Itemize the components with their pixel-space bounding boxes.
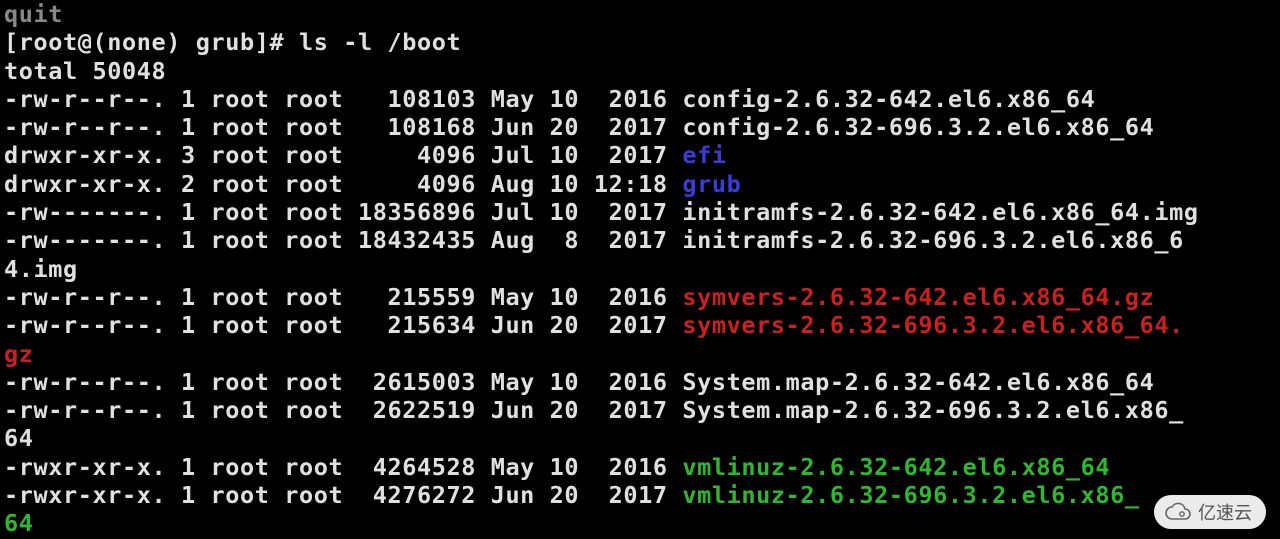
listing-row: -rw-r--r--. 1 root root 2622519 Jun 20 2… bbox=[4, 396, 1280, 424]
listing-row: -rw-r--r--. 1 root root 215559 May 10 20… bbox=[4, 283, 1280, 311]
file-name: symvers-2.6.32-642.el6.x86_64.gz bbox=[682, 283, 1154, 311]
file-name: symvers-2.6.32-696.3.2.el6.x86_64. bbox=[682, 311, 1183, 339]
listing-row: drwxr-xr-x. 3 root root 4096 Jul 10 2017… bbox=[4, 141, 1280, 169]
listing-row: -rwxr-xr-x. 1 root root 4276272 Jun 20 2… bbox=[4, 481, 1280, 509]
listing-row: -rw-r--r--. 1 root root 215634 Jun 20 20… bbox=[4, 311, 1280, 339]
listing-row-wrap: gz bbox=[4, 340, 1280, 368]
listing-row-wrap: 64 bbox=[4, 509, 1280, 537]
file-name-continued: 4.img bbox=[4, 255, 78, 283]
listing-row: -rw-r--r--. 1 root root 108168 Jun 20 20… bbox=[4, 113, 1280, 141]
file-metadata: -rwxr-xr-x. 1 root root 4264528 May 10 2… bbox=[4, 453, 682, 481]
cloud-icon bbox=[1164, 502, 1192, 522]
file-name: config-2.6.32-696.3.2.el6.x86_64 bbox=[682, 113, 1154, 141]
file-metadata: -rw-------. 1 root root 18432435 Aug 8 2… bbox=[4, 226, 682, 254]
file-name: vmlinuz-2.6.32-696.3.2.el6.x86_ bbox=[682, 481, 1139, 509]
listing-row: -rw-r--r--. 1 root root 108103 May 10 20… bbox=[4, 85, 1280, 113]
command-input[interactable]: ls -l /boot bbox=[299, 28, 461, 56]
file-metadata: -rw-r--r--. 1 root root 108168 Jun 20 20… bbox=[4, 113, 682, 141]
listing-row: -rw-------. 1 root root 18356896 Jul 10 … bbox=[4, 198, 1280, 226]
listing-row: -rw-------. 1 root root 18432435 Aug 8 2… bbox=[4, 226, 1280, 254]
file-name: efi bbox=[682, 141, 726, 169]
file-name: initramfs-2.6.32-696.3.2.el6.x86_6 bbox=[682, 226, 1183, 254]
listing-row: drwxr-xr-x. 2 root root 4096 Aug 10 12:1… bbox=[4, 170, 1280, 198]
file-metadata: -rw-r--r--. 1 root root 2622519 Jun 20 2… bbox=[4, 396, 682, 424]
watermark-badge: 亿速云 bbox=[1154, 495, 1266, 529]
file-metadata: -rwxr-xr-x. 1 root root 4276272 Jun 20 2… bbox=[4, 481, 682, 509]
file-name-continued: 64 bbox=[4, 509, 34, 537]
file-metadata: -rw-r--r--. 1 root root 108103 May 10 20… bbox=[4, 85, 682, 113]
file-metadata: -rw-r--r--. 1 root root 215559 May 10 20… bbox=[4, 283, 682, 311]
file-metadata: -rw-r--r--. 1 root root 2615003 May 10 2… bbox=[4, 368, 682, 396]
file-name-continued: gz bbox=[4, 340, 34, 368]
file-name: initramfs-2.6.32-642.el6.x86_64.img bbox=[682, 198, 1198, 226]
listing-row: -rwxr-xr-x. 1 root root 4264528 May 10 2… bbox=[4, 453, 1280, 481]
file-metadata: drwxr-xr-x. 2 root root 4096 Aug 10 12:1… bbox=[4, 170, 682, 198]
listing-row-wrap: 4.img bbox=[4, 255, 1280, 283]
listing-row-wrap: 64 bbox=[4, 424, 1280, 452]
total-line: total 50048 bbox=[4, 57, 1280, 85]
terminal-output[interactable]: quit[root@(none) grub]# ls -l /boottotal… bbox=[0, 0, 1280, 539]
file-metadata: -rw-r--r--. 1 root root 215634 Jun 20 20… bbox=[4, 311, 682, 339]
watermark-text: 亿速云 bbox=[1198, 499, 1252, 525]
previous-command-faded: quit bbox=[4, 0, 1280, 28]
file-name: vmlinuz-2.6.32-642.el6.x86_64 bbox=[682, 453, 1110, 481]
file-metadata: -rw-------. 1 root root 18356896 Jul 10 … bbox=[4, 198, 682, 226]
file-name: config-2.6.32-642.el6.x86_64 bbox=[682, 85, 1095, 113]
shell-prompt: [root@(none) grub]# bbox=[4, 28, 299, 56]
file-metadata: drwxr-xr-x. 3 root root 4096 Jul 10 2017 bbox=[4, 141, 682, 169]
prompt-line[interactable]: [root@(none) grub]# ls -l /boot bbox=[4, 28, 1280, 56]
file-name: System.map-2.6.32-642.el6.x86_64 bbox=[682, 368, 1154, 396]
file-name-continued: 64 bbox=[4, 424, 34, 452]
listing-row: -rw-r--r--. 1 root root 2615003 May 10 2… bbox=[4, 368, 1280, 396]
file-name: grub bbox=[682, 170, 741, 198]
file-name: System.map-2.6.32-696.3.2.el6.x86_ bbox=[682, 396, 1183, 424]
